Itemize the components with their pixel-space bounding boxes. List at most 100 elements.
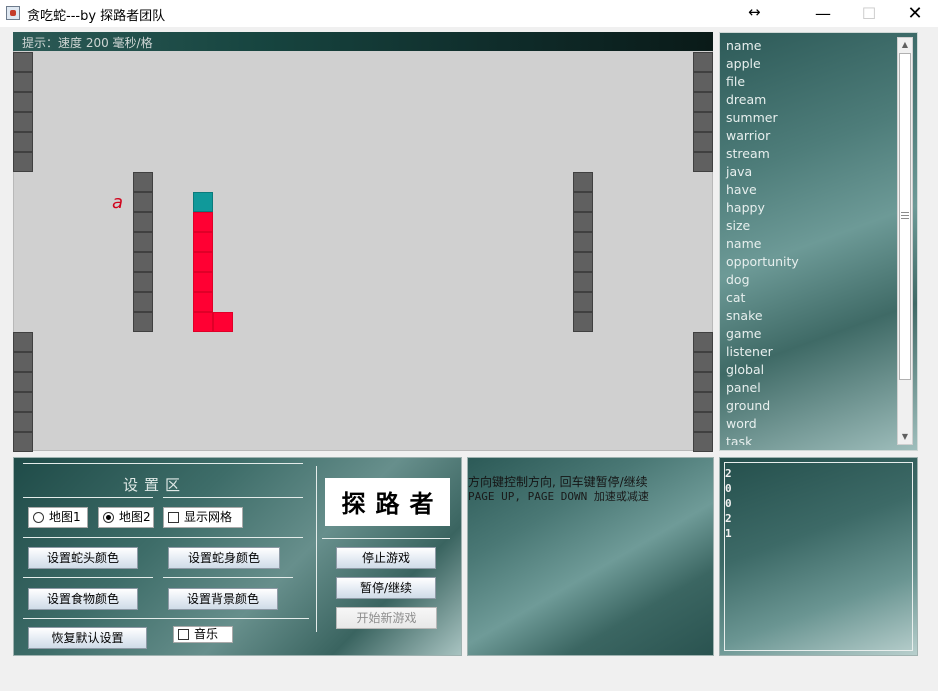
wall-block (133, 172, 153, 192)
word-list-item[interactable]: game (724, 325, 896, 343)
music-label: 音乐 (194, 627, 219, 641)
word-list-item[interactable]: listener (724, 343, 896, 361)
music-checkbox[interactable]: 音乐 (173, 626, 233, 643)
new-game-button[interactable]: 开始新游戏 (336, 607, 437, 629)
wall-block (693, 392, 713, 412)
close-button[interactable]: ✕ (892, 0, 938, 27)
wall-block (693, 112, 713, 132)
wall-block (13, 412, 33, 432)
food-letter: a (112, 192, 124, 213)
set-food-color-button[interactable]: 设置食物颜色 (28, 588, 138, 610)
word-list-item[interactable]: stream (724, 145, 896, 163)
word-list[interactable]: name apple file dream summer warrior stream jav… (724, 37, 896, 445)
word-list-item[interactable]: snake (724, 307, 896, 325)
word-list-item[interactable]: word (724, 415, 896, 433)
word-list-item[interactable]: have (724, 181, 896, 199)
score-digit: 2 (725, 467, 732, 480)
scroll-up-arrow-icon[interactable]: ▲ (897, 37, 913, 53)
team-logo: 探路者 (325, 478, 450, 526)
word-list-item[interactable]: file (724, 73, 896, 91)
minimize-button[interactable]: — (800, 0, 846, 27)
word-list-item[interactable]: cat (724, 289, 896, 307)
word-list-item[interactable]: panel (724, 379, 896, 397)
restore-defaults-button[interactable]: 恢复默认设置 (28, 627, 147, 649)
wall-block (693, 52, 713, 72)
score-digit: 2 (725, 512, 732, 525)
wall-block (693, 332, 713, 352)
divider (163, 577, 293, 578)
divider (23, 618, 309, 619)
wall-block (133, 292, 153, 312)
word-list-item[interactable]: apple (724, 55, 896, 73)
wall-block (693, 152, 713, 172)
word-list-item[interactable]: global (724, 361, 896, 379)
set-body-color-button[interactable]: 设置蛇身颜色 (168, 547, 280, 569)
divider (322, 538, 450, 539)
wall-block (573, 172, 593, 192)
wall-block (573, 192, 593, 212)
wall-block (133, 312, 153, 332)
scroll-grip-icon (901, 212, 909, 219)
wall-block (13, 132, 33, 152)
scroll-down-arrow-icon[interactable]: ▼ (897, 429, 913, 445)
divider (23, 577, 153, 578)
word-list-item[interactable]: dream (724, 91, 896, 109)
resize-icon: ↔ (748, 3, 761, 21)
wall-block (133, 272, 153, 292)
word-list-item[interactable]: ground (724, 397, 896, 415)
word-list-item[interactable]: task (724, 433, 896, 445)
wall-block (573, 232, 593, 252)
word-list-item[interactable]: warrior (724, 127, 896, 145)
snake-body-segment (193, 312, 213, 332)
score-digit: 0 (725, 497, 732, 510)
score-box (724, 462, 913, 651)
wall-block (133, 232, 153, 252)
wall-block (573, 312, 593, 332)
speed-hint: 提示：速度 200 毫秒/格 (22, 36, 153, 50)
wall-block (693, 412, 713, 432)
show-grid-checkbox[interactable]: 显示网格 (163, 507, 243, 528)
wall-block (573, 272, 593, 292)
wall-block (573, 252, 593, 272)
wall-block (13, 392, 33, 412)
wall-block (13, 152, 33, 172)
game-board[interactable] (13, 32, 713, 451)
wall-block (693, 372, 713, 392)
maximize-button[interactable]: ☐ (846, 0, 892, 27)
map1-radio[interactable]: 地图1 (28, 507, 88, 528)
word-list-item[interactable]: java (724, 163, 896, 181)
wall-block (13, 332, 33, 352)
word-list-item[interactable]: opportunity (724, 253, 896, 271)
divider (163, 497, 303, 498)
word-list-item[interactable]: summer (724, 109, 896, 127)
settings-title: 设置区 (123, 476, 187, 494)
set-head-color-button[interactable]: 设置蛇头颜色 (28, 547, 138, 569)
word-list-item[interactable]: name (724, 235, 896, 253)
snake-body-segment (193, 272, 213, 292)
stop-game-button[interactable]: 停止游戏 (336, 547, 436, 569)
checkbox-icon (178, 629, 189, 640)
pause-resume-button[interactable]: 暂停/继续 (336, 577, 436, 599)
wall-block (13, 112, 33, 132)
wall-block (13, 72, 33, 92)
map2-radio[interactable]: 地图2 (98, 507, 154, 528)
wall-block (13, 352, 33, 372)
window-title: 贪吃蛇---by 探路者团队 (27, 9, 166, 24)
logo-text: 探路者 (341, 489, 444, 518)
score-digit: 1 (725, 527, 732, 540)
java-app-icon (6, 6, 20, 20)
wall-block (573, 212, 593, 232)
divider (316, 466, 317, 632)
wall-block (693, 72, 713, 92)
word-list-item[interactable]: name (724, 37, 896, 55)
word-list-item[interactable]: dog (724, 271, 896, 289)
wall-block (13, 52, 33, 72)
wall-block (13, 432, 33, 452)
word-list-item[interactable]: size (724, 217, 896, 235)
snake-body-segment (213, 312, 233, 332)
snake-body-segment (193, 292, 213, 312)
word-list-item[interactable]: happy (724, 199, 896, 217)
checkbox-icon (168, 512, 179, 523)
set-background-color-button[interactable]: 设置背景颜色 (168, 588, 278, 610)
snake-body-segment (193, 232, 213, 252)
